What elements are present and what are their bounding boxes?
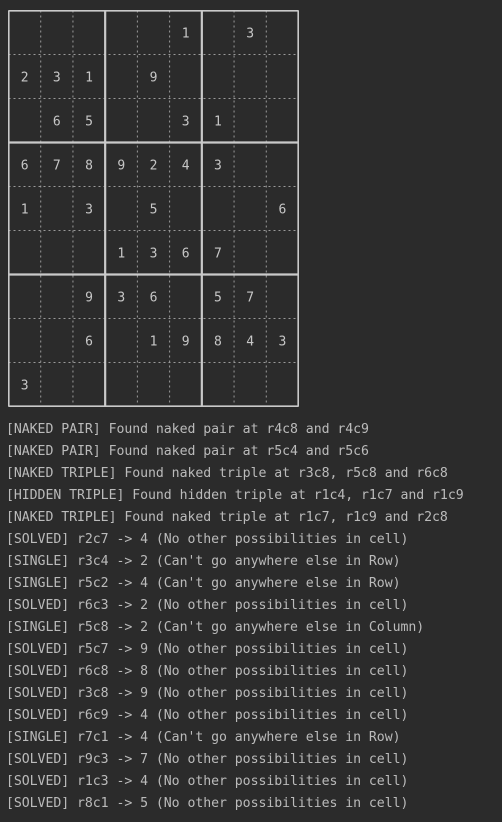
cell-r5c3: 3 (85, 203, 93, 218)
log-line: [SINGLE] r5c8 -> 2 (Can't go anywhere el… (6, 620, 425, 635)
cell-r4c3: 8 (85, 159, 93, 174)
cell-r2c1: 2 (21, 71, 29, 86)
log-line: [SOLVED] r6c9 -> 4 (No other possibiliti… (6, 708, 409, 723)
cell-r5c5: 5 (150, 203, 158, 218)
cell-r6c5: 3 (150, 247, 158, 262)
cell-r1c8: 3 (246, 27, 254, 42)
cell-r6c6: 6 (182, 247, 190, 262)
cell-r7c5: 6 (150, 291, 158, 306)
cell-r8c5: 1 (150, 335, 158, 350)
log-line: [NAKED PAIR] Found naked pair at r5c4 an… (6, 444, 369, 459)
log-line: [NAKED TRIPLE] Found naked triple at r3c… (6, 466, 448, 481)
cell-r2c3: 1 (85, 71, 93, 86)
log-line: [SOLVED] r2c7 -> 4 (No other possibiliti… (6, 532, 409, 547)
cell-r3c6: 3 (182, 115, 190, 130)
log-line: [SINGLE] r7c1 -> 4 (Can't go anywhere el… (6, 730, 401, 745)
log-line: [NAKED PAIR] Found naked pair at r4c8 an… (6, 422, 369, 437)
cell-r5c1: 1 (21, 203, 29, 218)
cell-r7c8: 7 (246, 291, 254, 306)
log-line: [SOLVED] r9c3 -> 7 (No other possibiliti… (6, 752, 409, 767)
sudoku-grid: 1 3 2 3 1 9 6 5 3 1 6 7 8 9 2 4 3 1 3 5 6 1 3 6 7 9 3 6 5 7 6 1 9 8 4 3 3 (8, 10, 299, 407)
cell-r7c4: 3 (117, 291, 125, 306)
cell-r3c7: 1 (214, 115, 222, 130)
log-line: [SINGLE] r5c2 -> 4 (Can't go anywhere el… (6, 576, 401, 591)
cell-r3c2: 6 (53, 115, 61, 130)
log-line: [SOLVED] r5c7 -> 9 (No other possibiliti… (6, 642, 409, 657)
log-line: [NAKED TRIPLE] Found naked triple at r1c… (6, 510, 448, 525)
cell-r4c7: 3 (214, 159, 222, 174)
cell-r7c3: 9 (85, 291, 93, 306)
cell-r4c4: 9 (117, 159, 125, 174)
cell-r5c9: 6 (278, 203, 286, 218)
cell-r4c5: 2 (150, 159, 158, 174)
log-line: [SOLVED] r3c8 -> 9 (No other possibiliti… (6, 686, 409, 701)
log-line: [SOLVED] r1c3 -> 4 (No other possibiliti… (6, 774, 409, 789)
sudoku-board: 1 3 2 3 1 9 6 5 3 1 6 7 8 9 2 4 3 1 3 5 6 1 3 6 7 9 3 6 5 7 6 1 9 8 4 3 3 (8, 10, 299, 407)
log-line: [HIDDEN TRIPLE] Found hidden triple at r… (6, 488, 464, 503)
cell-r4c1: 6 (21, 159, 29, 174)
cell-r3c3: 5 (85, 115, 93, 130)
cell-r4c2: 7 (53, 159, 61, 174)
cell-r6c4: 1 (117, 247, 125, 262)
cell-r8c6: 9 (182, 335, 190, 350)
cell-r8c9: 3 (278, 335, 286, 350)
log-line: [SOLVED] r8c1 -> 5 (No other possibiliti… (6, 796, 409, 811)
cell-r2c2: 3 (53, 71, 61, 86)
cell-r6c7: 7 (214, 247, 222, 262)
cell-r8c8: 4 (246, 335, 254, 350)
log-line: [SINGLE] r3c4 -> 2 (Can't go anywhere el… (6, 554, 401, 569)
log-line: [SOLVED] r6c8 -> 8 (No other possibiliti… (6, 664, 409, 679)
cell-r4c6: 4 (182, 159, 190, 174)
log-line: [SOLVED] r6c3 -> 2 (No other possibiliti… (6, 598, 409, 613)
cell-r8c3: 6 (85, 335, 93, 350)
cell-r7c7: 5 (214, 291, 222, 306)
cell-r1c6: 1 (182, 27, 190, 42)
console-log: [NAKED PAIR] Found naked pair at r4c8 an… (6, 419, 498, 815)
cell-r2c5: 9 (150, 71, 158, 86)
cell-r8c7: 8 (214, 335, 222, 350)
cell-r9c1: 3 (21, 379, 29, 394)
